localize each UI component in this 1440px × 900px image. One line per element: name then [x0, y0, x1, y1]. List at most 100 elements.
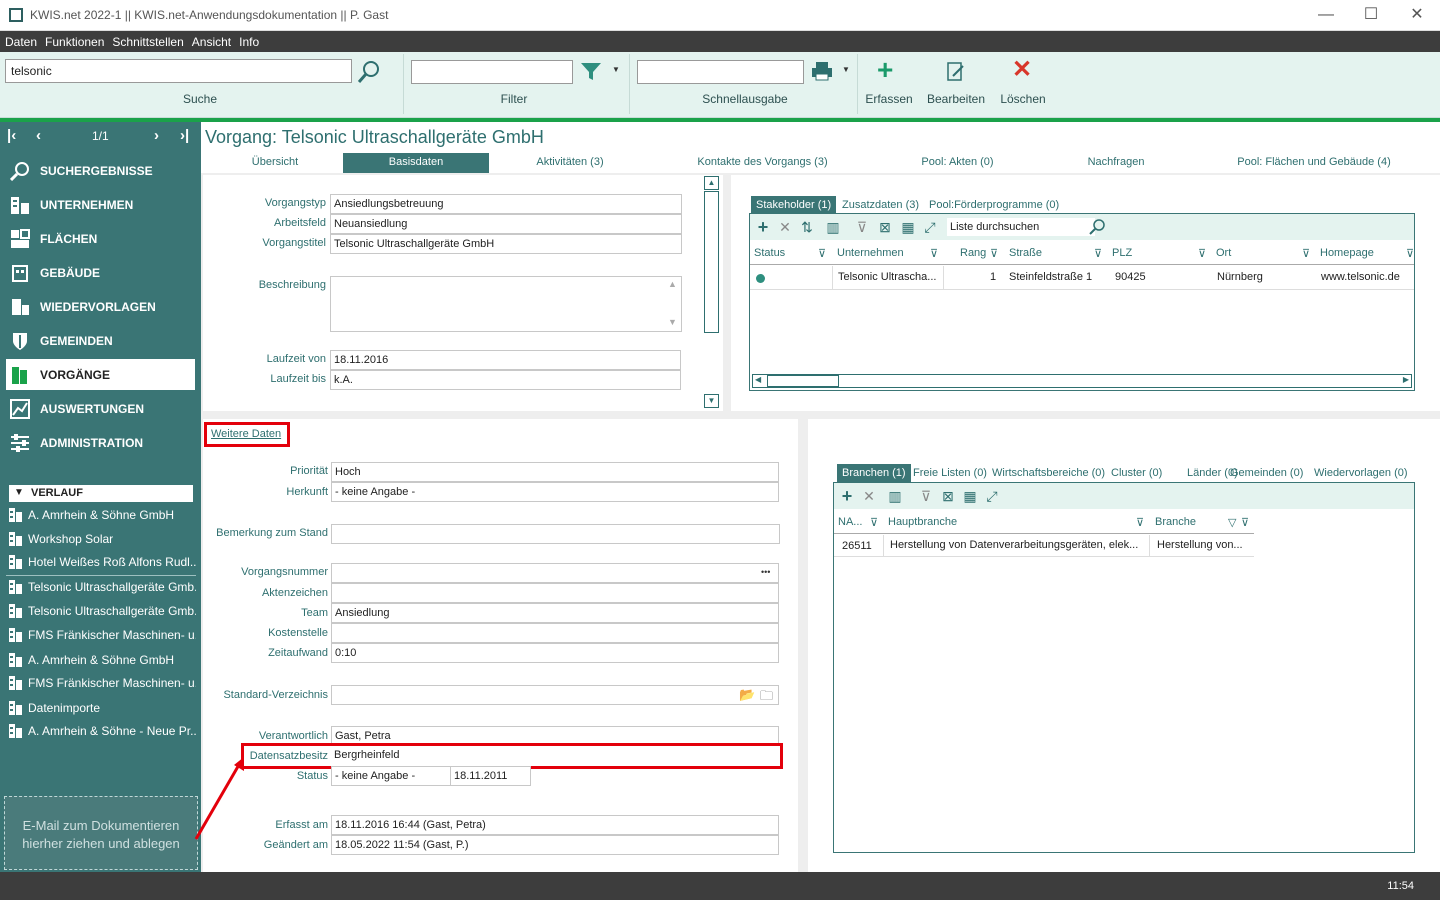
- col-branche[interactable]: Branche: [1155, 516, 1196, 528]
- filter-icon[interactable]: ⊽: [1136, 516, 1144, 529]
- filter-dropdown-icon[interactable]: ▼: [612, 65, 620, 74]
- filter-icon[interactable]: ⊽: [990, 247, 998, 260]
- nav-auswertungen[interactable]: AUSWERTUNGEN: [6, 393, 195, 424]
- layout-icon[interactable]: ▦: [962, 488, 978, 504]
- email-dropzone[interactable]: E-Mail zum Dokumentieren hierher ziehen …: [4, 796, 198, 870]
- bemerkung-field[interactable]: [331, 524, 780, 544]
- aktenzeichen-field[interactable]: [331, 583, 779, 603]
- beschreibung-field[interactable]: [330, 276, 682, 332]
- history-item[interactable]: FMS Fränkischer Maschinen- u...: [6, 624, 196, 646]
- table-row[interactable]: 26511 Herstellung von Datenverarbeitungs…: [834, 535, 1254, 557]
- print-dropdown-icon[interactable]: ▼: [842, 65, 850, 74]
- tab-gemeinden[interactable]: Gemeinden (0): [1225, 464, 1308, 482]
- tab-stakeholder[interactable]: Stakeholder (1): [751, 196, 837, 214]
- scroll-up-button[interactable]: ▲: [704, 176, 719, 190]
- scroll-down-button[interactable]: ▼: [704, 394, 719, 408]
- filter-icon[interactable]: ⊽: [1241, 516, 1249, 529]
- layout-icon[interactable]: ▦: [900, 219, 916, 235]
- folder-open-icon[interactable]: 📂: [739, 687, 755, 703]
- scroll-thumb[interactable]: [767, 375, 839, 387]
- menu-daten[interactable]: Daten: [0, 31, 40, 49]
- more-options-button[interactable]: •••: [761, 567, 770, 577]
- horizontal-scrollbar[interactable]: ◀ ▶: [752, 374, 1412, 388]
- geaendert-field[interactable]: 18.05.2022 11:54 (Gast, P.): [331, 835, 779, 855]
- filter-input[interactable]: [411, 60, 573, 84]
- laufzeit-von-field[interactable]: 18.11.2016: [330, 350, 681, 370]
- history-item[interactable]: Telsonic Ultraschallgeräte Gmb...: [6, 575, 196, 597]
- expand-icon[interactable]: ⤢: [984, 488, 1000, 504]
- tab-cluster[interactable]: Cluster (0): [1106, 464, 1167, 482]
- clear-filter-icon[interactable]: ⊽: [918, 488, 934, 504]
- tab-aktivitaeten[interactable]: Aktivitäten (3): [510, 153, 630, 173]
- filter-icon[interactable]: ⊽: [1094, 247, 1102, 260]
- tab-uebersicht[interactable]: Übersicht: [230, 153, 320, 173]
- grid-search-icon[interactable]: [1088, 218, 1106, 236]
- history-item[interactable]: A. Amrhein & Söhne GmbH: [6, 649, 196, 671]
- history-item[interactable]: Telsonic Ultraschallgeräte Gmb...: [6, 600, 196, 622]
- scroll-down-icon[interactable]: ▼: [668, 317, 677, 327]
- history-item[interactable]: A. Amrhein & Söhne GmbH: [6, 504, 196, 526]
- history-item[interactable]: Datenimporte: [6, 697, 196, 719]
- nav-gemeinden[interactable]: GEMEINDEN: [6, 325, 195, 356]
- columns-icon[interactable]: ▥: [825, 219, 841, 235]
- herkunft-field[interactable]: - keine Angabe -: [331, 482, 779, 502]
- status-field[interactable]: - keine Angabe -: [331, 766, 451, 786]
- nav-wiedervorlagen[interactable]: WIEDERVORLAGEN: [6, 291, 195, 322]
- col-ort[interactable]: Ort: [1216, 247, 1231, 259]
- nav-administration[interactable]: ADMINISTRATION: [6, 427, 195, 458]
- remove-icon[interactable]: ✕: [777, 219, 793, 235]
- vorgangsnummer-field[interactable]: [331, 563, 779, 583]
- folder-icon[interactable]: 🗀: [760, 687, 773, 709]
- clear-filter-icon[interactable]: ⊽: [854, 219, 870, 235]
- laufzeit-bis-field[interactable]: k.A.: [330, 370, 681, 390]
- vorgangstitel-field[interactable]: Telsonic Ultraschallgeräte GmbH: [330, 234, 682, 254]
- filter-icon[interactable]: ⊽: [1198, 247, 1206, 260]
- col-status[interactable]: Status: [754, 247, 785, 259]
- tab-kontakte[interactable]: Kontakte des Vorgangs (3): [680, 153, 845, 173]
- col-plz[interactable]: PLZ: [1112, 247, 1132, 259]
- sort-desc-icon[interactable]: ▽: [1228, 516, 1236, 529]
- first-page-icon[interactable]: |‹: [7, 127, 16, 144]
- scroll-thumb[interactable]: [704, 191, 719, 333]
- panel-scrollbar[interactable]: ▲ ▼: [703, 175, 720, 411]
- menu-funktionen[interactable]: Funktionen: [40, 31, 107, 49]
- tab-nachfragen[interactable]: Nachfragen: [1070, 153, 1162, 173]
- excel-icon[interactable]: ⊠: [940, 488, 956, 504]
- nav-suchergebnisse[interactable]: SUCHERGEBNISSE: [6, 155, 195, 186]
- menu-schnittstellen[interactable]: Schnittstellen: [107, 31, 186, 49]
- search-icon[interactable]: [356, 59, 382, 85]
- delete-button[interactable]: ✕ Löschen: [996, 54, 1050, 114]
- tab-wiedervorlagen[interactable]: Wiedervorlagen (0): [1309, 464, 1413, 482]
- tab-zusatzdaten[interactable]: Zusatzdaten (3): [837, 196, 924, 214]
- zeitaufwand-field[interactable]: 0:10: [331, 643, 779, 663]
- table-row[interactable]: Telsonic Ultrascha... 1 Steinfeldstraße …: [750, 266, 1414, 290]
- col-na[interactable]: NA...: [838, 516, 862, 528]
- grid-search-input[interactable]: Liste durchsuchen: [947, 218, 1095, 236]
- sort-icon[interactable]: ⇅: [799, 219, 815, 235]
- tab-branchen[interactable]: Branchen (1): [837, 464, 911, 482]
- create-button[interactable]: + Erfassen: [863, 54, 915, 114]
- scroll-left-icon[interactable]: ◀: [755, 375, 761, 384]
- quick-output-input[interactable]: [637, 60, 804, 84]
- erfasst-field[interactable]: 18.11.2016 16:44 (Gast, Petra): [331, 815, 779, 835]
- tab-pool-akten[interactable]: Pool: Akten (0): [900, 153, 1015, 173]
- minimize-button[interactable]: —: [1303, 4, 1349, 28]
- menu-info[interactable]: Info: [234, 31, 262, 49]
- status-date-field[interactable]: 18.11.2011: [450, 766, 531, 786]
- filter-icon[interactable]: [580, 61, 602, 81]
- tab-wirtschaftsbereiche[interactable]: Wirtschaftsbereiche (0): [987, 464, 1110, 482]
- col-strasse[interactable]: Straße: [1009, 247, 1042, 259]
- vorgangstyp-field[interactable]: Ansiedlungsbetreuung: [330, 194, 682, 214]
- arbeitsfeld-field[interactable]: Neuansiedlung: [330, 214, 682, 234]
- col-rang[interactable]: Rang: [960, 247, 986, 259]
- team-field[interactable]: Ansiedlung: [331, 603, 779, 623]
- printer-icon[interactable]: [811, 61, 833, 81]
- filter-icon[interactable]: ⊽: [930, 247, 938, 260]
- menu-ansicht[interactable]: Ansicht: [187, 31, 234, 49]
- prioritaet-field[interactable]: Hoch: [331, 462, 779, 482]
- scroll-up-icon[interactable]: ▲: [668, 279, 677, 289]
- edit-button[interactable]: Bearbeiten: [925, 54, 987, 114]
- verzeichnis-field[interactable]: [331, 685, 779, 705]
- excel-icon[interactable]: ⊠: [877, 219, 893, 235]
- next-page-icon[interactable]: ›: [154, 127, 159, 144]
